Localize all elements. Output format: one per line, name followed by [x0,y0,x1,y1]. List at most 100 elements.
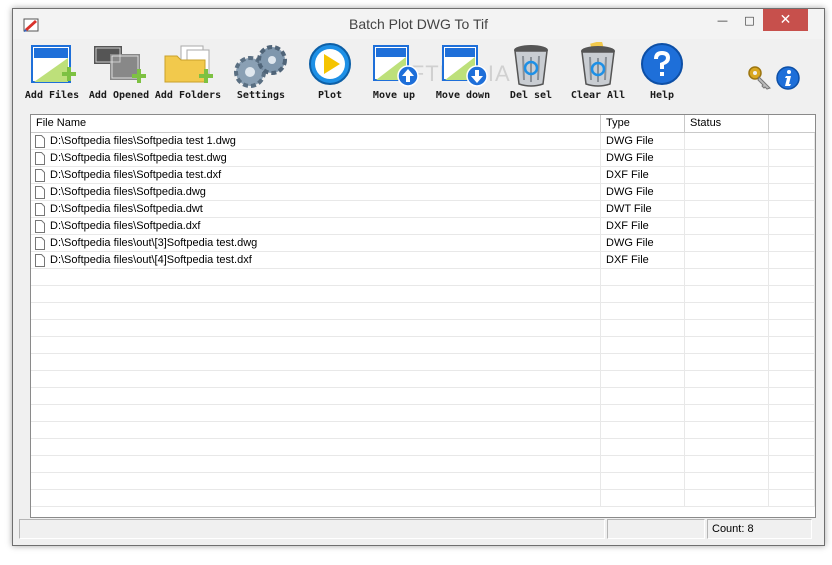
empty-row [31,490,815,507]
cell-status [685,133,769,149]
cell-filler [769,320,815,336]
cell-status [685,422,769,438]
close-button[interactable]: ✕ [763,9,808,31]
cell-status [685,320,769,336]
cell-status [685,167,769,183]
file-name-text: D:\Softpedia files\out\[4]Softpedia test… [50,254,252,266]
file-name-text: D:\Softpedia files\Softpedia.dxf [50,220,201,232]
status-middle [607,519,705,539]
add-opened-button[interactable]: Add Opened [85,39,153,107]
cell-status [685,439,769,455]
title-bar[interactable]: Batch Plot DWG To Tif — □ ✕ [13,9,824,39]
cell-file-name [31,388,601,404]
cell-type: DWG File [601,235,685,251]
file-list-header: File Name Type Status [31,115,815,133]
empty-row [31,354,815,371]
trash-icon [514,45,548,87]
add-folders-icon [164,45,213,83]
del-sel-button[interactable]: Del sel [499,39,563,107]
cell-file-name [31,371,601,387]
cell-file-name [31,303,601,319]
cell-status [685,473,769,489]
status-bar: Count: 8 [19,519,816,539]
cell-filler [769,303,815,319]
file-icon [35,134,45,148]
file-name-text: D:\Softpedia files\Softpedia test.dxf [50,169,222,181]
add-folders-label: Add Folders [154,90,222,101]
cell-filler [769,252,815,268]
window-title: Batch Plot DWG To Tif [348,16,488,32]
cell-type: DWG File [601,184,685,200]
help-icon [641,43,683,85]
cell-status [685,286,769,302]
add-opened-icon [94,46,146,83]
table-row[interactable]: D:\Softpedia files\out\[4]Softpedia test… [31,252,815,269]
move-up-button[interactable]: Move up [361,39,427,107]
cell-status [685,388,769,404]
column-filler [769,115,815,133]
cell-filler [769,133,815,149]
add-files-button[interactable]: Add Files [19,39,85,107]
cell-type: DXF File [601,167,685,183]
move-up-label: Move up [372,90,416,101]
empty-row [31,439,815,456]
cell-type [601,371,685,387]
cell-file-name [31,286,601,302]
help-button[interactable]: Help [633,39,691,107]
table-row[interactable]: D:\Softpedia files\Softpedia test 1.dwg D… [31,133,815,150]
cell-file-name: D:\Softpedia files\Softpedia test 1.dwg [31,133,601,149]
cell-status [685,201,769,217]
empty-row [31,456,815,473]
key-icon[interactable] [747,65,773,91]
table-row[interactable]: D:\Softpedia files\out\[3]Softpedia test… [31,235,815,252]
cell-filler [769,150,815,166]
cell-status [685,456,769,472]
file-icon [35,185,45,199]
empty-row [31,371,815,388]
cell-filler [769,235,815,251]
file-name-text: D:\Softpedia files\Softpedia.dwt [50,203,203,215]
cell-file-name [31,354,601,370]
cell-status [685,150,769,166]
file-list-rows: D:\Softpedia files\Softpedia test 1.dwg D… [31,133,815,507]
table-row[interactable]: D:\Softpedia files\Softpedia.dwt DWT File [31,201,815,218]
cell-file-name [31,422,601,438]
column-status[interactable]: Status [685,115,769,133]
cell-filler [769,422,815,438]
cell-type [601,422,685,438]
move-down-button[interactable]: Move down [427,39,499,107]
empty-row [31,422,815,439]
cell-type: DWT File [601,201,685,217]
settings-button[interactable]: Settings [223,39,299,107]
cell-type: DXF File [601,218,685,234]
maximize-button[interactable]: □ [736,9,763,31]
column-type[interactable]: Type [601,115,685,133]
minimize-button[interactable]: — [709,9,736,31]
cell-status [685,337,769,353]
cell-file-name [31,439,601,455]
table-row[interactable]: D:\Softpedia files\Softpedia test.dxf DXF… [31,167,815,184]
file-icon [35,202,45,216]
move-down-icon [442,45,488,87]
add-folders-button[interactable]: Add Folders [153,39,223,107]
cell-status [685,218,769,234]
cell-filler [769,371,815,387]
column-file-name[interactable]: File Name [31,115,601,133]
info-icon[interactable] [775,65,801,91]
file-name-text: D:\Softpedia files\Softpedia test.dwg [50,152,227,164]
file-list[interactable]: File Name Type Status D:\Softpedia files… [30,114,816,518]
clear-all-button[interactable]: Clear All [563,39,633,107]
plot-label: Plot [317,90,343,101]
cell-status [685,371,769,387]
plot-button[interactable]: Plot [299,39,361,107]
cell-filler [769,405,815,421]
cell-file-name [31,337,601,353]
table-row[interactable]: D:\Softpedia files\Softpedia.dwg DWG File [31,184,815,201]
cell-status [685,405,769,421]
cell-file-name [31,473,601,489]
move-down-label: Move down [435,90,491,101]
table-row[interactable]: D:\Softpedia files\Softpedia test.dwg DWG… [31,150,815,167]
help-label: Help [649,90,675,101]
table-row[interactable]: D:\Softpedia files\Softpedia.dxf DXF File [31,218,815,235]
cell-file-name: D:\Softpedia files\out\[4]Softpedia test… [31,252,601,268]
